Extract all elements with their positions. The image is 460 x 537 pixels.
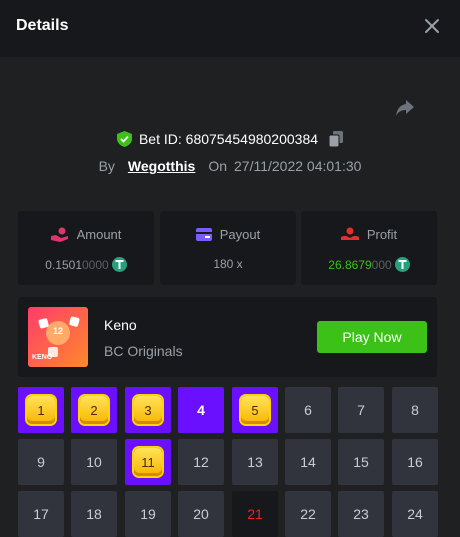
keno-cell-number: 18 <box>86 506 102 522</box>
keno-cell-number: 20 <box>193 506 209 522</box>
keno-cell-number: 22 <box>300 506 316 522</box>
dialog-header: Details <box>0 0 460 57</box>
keno-cell-18: 18 <box>71 491 117 537</box>
play-now-button[interactable]: Play Now <box>317 321 427 353</box>
keno-cell-number: 10 <box>86 454 102 470</box>
keno-cell-number: 23 <box>353 506 369 522</box>
keno-cell-17: 17 <box>18 491 64 537</box>
keno-cell-3: 3 <box>125 387 171 433</box>
keno-cell-number: 17 <box>33 506 49 522</box>
payout-label: Payout <box>219 227 261 242</box>
hand-profit-icon <box>340 227 359 240</box>
keno-cell-number: 12 <box>193 454 209 470</box>
keno-cell-number: 9 <box>37 454 45 470</box>
verified-shield-icon <box>116 131 132 147</box>
keno-cell-1: 1 <box>18 387 64 433</box>
keno-cell-9: 9 <box>18 439 64 485</box>
dialog-title: Details <box>16 17 69 34</box>
username-link[interactable]: Wegotthis <box>128 158 195 174</box>
by-label: By <box>98 158 115 174</box>
keno-cell-number: 6 <box>304 402 312 418</box>
keno-cell-7: 7 <box>338 387 384 433</box>
keno-thumbnail[interactable]: 12 KENO <box>28 307 88 367</box>
keno-cell-number: 8 <box>411 402 419 418</box>
keno-thumb-label: KENO <box>32 354 53 361</box>
bet-id-row: Bet ID: 68075454980200384 <box>0 129 460 149</box>
game-card: 12 KENO Keno BC Originals Play Now <box>18 297 437 377</box>
bet-datetime: 27/11/2022 04:01:30 <box>234 158 362 174</box>
bet-id: Bet ID: 68075454980200384 <box>138 131 319 147</box>
gem-icon: 11 <box>134 448 162 476</box>
game-name: Keno <box>104 317 137 333</box>
keno-cell-2: 2 <box>71 387 117 433</box>
keno-cell-12: 12 <box>178 439 224 485</box>
keno-cell-23: 23 <box>338 491 384 537</box>
wallet-icon <box>195 228 212 241</box>
usdt-icon <box>394 257 410 272</box>
keno-cell-20: 20 <box>178 491 224 537</box>
keno-cell-8: 8 <box>392 387 438 433</box>
profit-value-trailing: 000 <box>371 257 392 272</box>
keno-cell-number: 24 <box>407 506 423 522</box>
keno-cell-16: 16 <box>392 439 438 485</box>
bet-meta-row: By Wegotthis On 27/11/2022 04:01:30 <box>0 156 460 176</box>
payout-card: Payout 180 x <box>160 211 296 285</box>
close-icon[interactable] <box>424 18 440 34</box>
keno-cell-22: 22 <box>285 491 331 537</box>
keno-cell-19: 19 <box>125 491 171 537</box>
profit-value: 26.8679 <box>328 257 372 272</box>
profit-card: Profit 26.8679 000 <box>301 211 437 285</box>
amount-card: Amount 0.1501 0000 <box>18 211 154 285</box>
keno-thumb-ball: 12 <box>52 326 63 336</box>
keno-cell-24: 24 <box>392 491 438 537</box>
keno-cell-number: 19 <box>140 506 156 522</box>
keno-cell-21: 21 <box>232 491 278 537</box>
keno-cell-number: 7 <box>357 402 365 418</box>
gem-icon: 1 <box>27 396 55 424</box>
keno-cell-14: 14 <box>285 439 331 485</box>
copy-icon[interactable] <box>329 131 344 147</box>
keno-cell-11: 11 <box>125 439 171 485</box>
keno-cell-15: 15 <box>338 439 384 485</box>
keno-cell-number: 21 <box>247 506 263 522</box>
amount-label: Amount <box>76 227 122 242</box>
keno-cell-5: 5 <box>232 387 278 433</box>
gem-icon: 5 <box>241 396 269 424</box>
keno-cell-number: 14 <box>300 454 316 470</box>
keno-cell-number: 13 <box>247 454 263 470</box>
amount-value-trailing: 0000 <box>82 257 109 272</box>
on-label: On <box>208 158 227 174</box>
keno-cell-number: 15 <box>353 454 369 470</box>
keno-cell-number: 16 <box>407 454 423 470</box>
hand-coin-icon <box>50 227 68 242</box>
gem-icon: 3 <box>134 396 162 424</box>
amount-value: 0.1501 <box>45 257 82 272</box>
keno-cell-13: 13 <box>232 439 278 485</box>
share-icon[interactable] <box>395 99 415 117</box>
usdt-icon <box>111 257 127 272</box>
keno-cell-10: 10 <box>71 439 117 485</box>
gem-icon: 2 <box>80 396 108 424</box>
keno-cell-4: 4 <box>178 387 224 433</box>
game-provider: BC Originals <box>104 343 183 359</box>
keno-cell-number: 4 <box>197 402 205 418</box>
payout-value: 180 x <box>213 257 243 271</box>
profit-label: Profit <box>366 227 398 242</box>
keno-cell-6: 6 <box>285 387 331 433</box>
